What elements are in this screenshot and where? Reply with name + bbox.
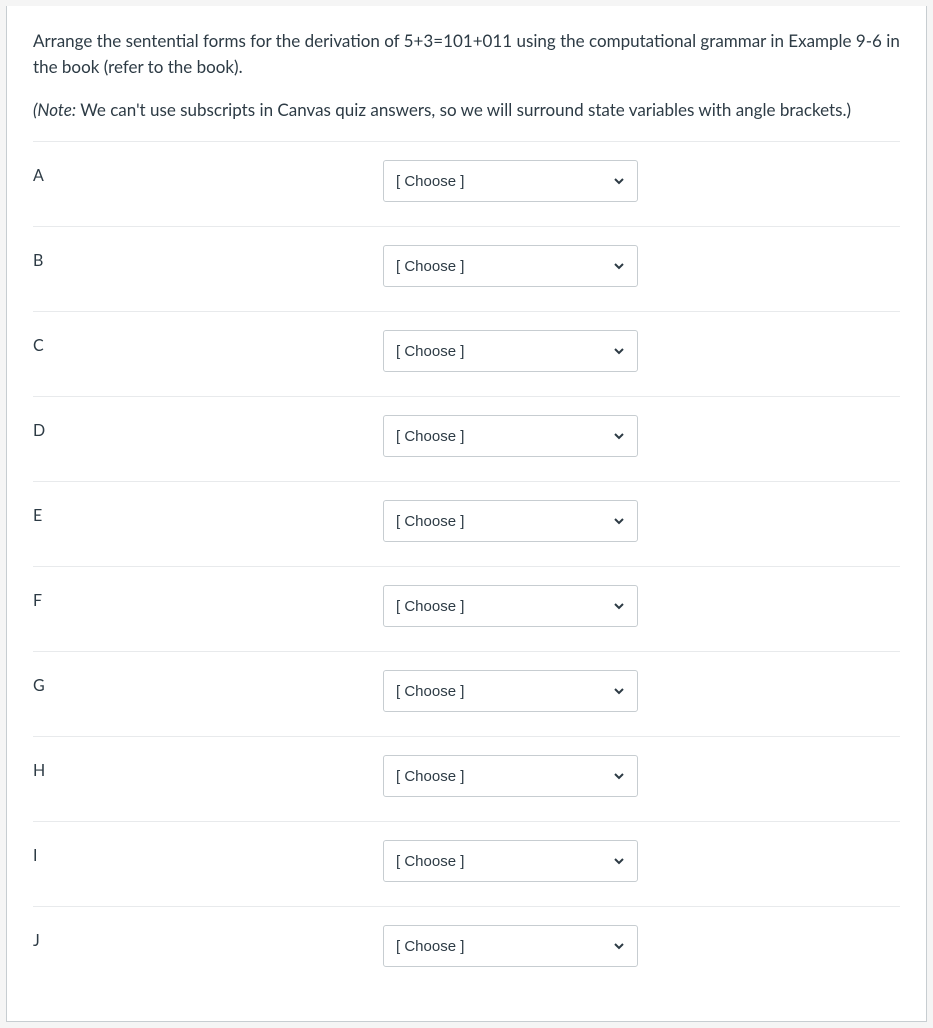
match-label: B [33, 245, 383, 270]
match-row: J [ Choose ] [33, 906, 900, 991]
match-dropdown-g[interactable]: [ Choose ] [383, 670, 638, 712]
match-row: E [ Choose ] [33, 481, 900, 566]
match-label: F [33, 585, 383, 610]
match-row: F [ Choose ] [33, 566, 900, 651]
match-select-wrap: [ Choose ] [383, 330, 638, 372]
match-row: C [ Choose ] [33, 311, 900, 396]
match-select-wrap: [ Choose ] [383, 245, 638, 287]
match-label: D [33, 415, 383, 440]
match-select-wrap: [ Choose ] [383, 755, 638, 797]
match-label: I [33, 840, 383, 865]
question-prompt: Arrange the sentential forms for the der… [33, 28, 900, 81]
match-label: G [33, 670, 383, 695]
match-label: C [33, 330, 383, 355]
question-inner: Arrange the sentential forms for the der… [7, 6, 926, 1021]
match-dropdown-e[interactable]: [ Choose ] [383, 500, 638, 542]
match-dropdown-i[interactable]: [ Choose ] [383, 840, 638, 882]
match-row: G [ Choose ] [33, 651, 900, 736]
match-dropdown-j[interactable]: [ Choose ] [383, 925, 638, 967]
match-select-wrap: [ Choose ] [383, 670, 638, 712]
question-text: Arrange the sentential forms for the der… [33, 28, 900, 123]
question-note-prefix: (Note: [33, 99, 76, 120]
match-select-wrap: [ Choose ] [383, 840, 638, 882]
match-dropdown-f[interactable]: [ Choose ] [383, 585, 638, 627]
match-label: A [33, 160, 383, 185]
match-label: H [33, 755, 383, 780]
match-row: D [ Choose ] [33, 396, 900, 481]
match-label: E [33, 500, 383, 525]
match-row: A [ Choose ] [33, 141, 900, 226]
question-note-body: We can't use subscripts in Canvas quiz a… [76, 99, 851, 120]
match-label: J [33, 925, 383, 950]
match-row: B [ Choose ] [33, 226, 900, 311]
match-row: I [ Choose ] [33, 821, 900, 906]
match-select-wrap: [ Choose ] [383, 415, 638, 457]
match-select-wrap: [ Choose ] [383, 160, 638, 202]
match-dropdown-h[interactable]: [ Choose ] [383, 755, 638, 797]
question-card: Arrange the sentential forms for the der… [6, 6, 927, 1022]
match-select-wrap: [ Choose ] [383, 585, 638, 627]
page-root: Arrange the sentential forms for the der… [0, 0, 933, 1028]
match-select-wrap: [ Choose ] [383, 925, 638, 967]
match-dropdown-b[interactable]: [ Choose ] [383, 245, 638, 287]
question-note: (Note: We can't use subscripts in Canvas… [33, 97, 900, 123]
matching-answers: A [ Choose ] B [ Choose ] [33, 141, 900, 991]
match-dropdown-d[interactable]: [ Choose ] [383, 415, 638, 457]
match-select-wrap: [ Choose ] [383, 500, 638, 542]
match-dropdown-a[interactable]: [ Choose ] [383, 160, 638, 202]
match-row: H [ Choose ] [33, 736, 900, 821]
match-dropdown-c[interactable]: [ Choose ] [383, 330, 638, 372]
